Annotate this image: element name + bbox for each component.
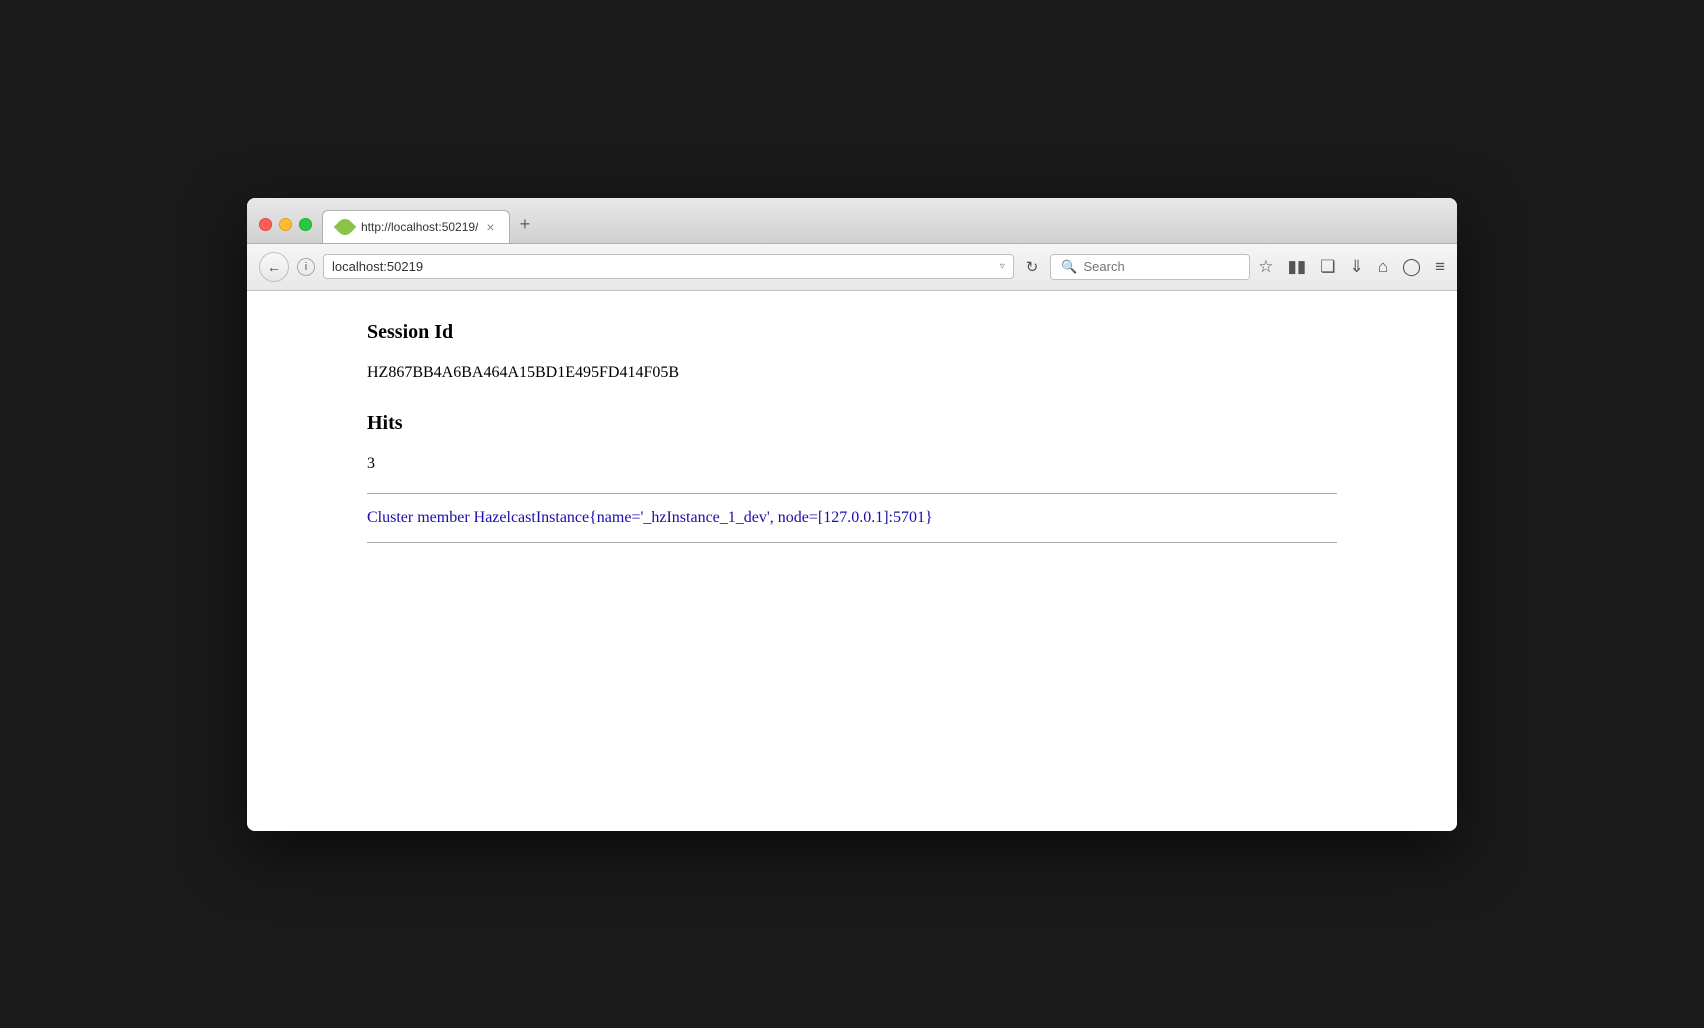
download-icon[interactable]: ⇓	[1350, 257, 1364, 277]
tab-bar: http://localhost:50219/ × +	[322, 208, 1445, 243]
address-bar[interactable]: ▿	[323, 254, 1014, 279]
pocket-icon[interactable]: ❏	[1320, 257, 1335, 277]
hits-value: 3	[367, 455, 1337, 473]
nav-bar: ← i ▿ ↻ 🔍 ☆ ▮▮ ❏ ⇓ ⌂ ◯ ≡	[247, 244, 1457, 291]
search-input[interactable]	[1083, 259, 1259, 274]
reading-list-icon[interactable]: ▮▮	[1288, 257, 1307, 277]
page-content: Session Id HZ867BB4A6BA464A15BD1E495FD41…	[247, 291, 1457, 831]
traffic-lights	[259, 218, 312, 243]
tab-favicon	[334, 215, 357, 238]
home-icon[interactable]: ⌂	[1378, 257, 1388, 277]
bottom-divider	[367, 542, 1337, 543]
hits-heading: Hits	[367, 412, 1337, 435]
tab-title: http://localhost:50219/	[361, 220, 478, 234]
new-tab-button[interactable]: +	[510, 208, 541, 241]
info-button[interactable]: i	[297, 258, 315, 276]
browser-window: http://localhost:50219/ × + ← i ▿ ↻ 🔍 ☆ …	[247, 198, 1457, 831]
cluster-member-link[interactable]: Cluster member HazelcastInstance{name='_…	[367, 509, 933, 526]
refresh-icon: ↻	[1026, 259, 1039, 276]
synced-tabs-icon[interactable]: ◯	[1402, 257, 1421, 277]
search-icon: 🔍	[1061, 259, 1077, 275]
refresh-button[interactable]: ↻	[1022, 254, 1043, 280]
minimize-button[interactable]	[279, 218, 292, 231]
session-id-heading: Session Id	[367, 321, 1337, 344]
back-icon: ←	[267, 259, 281, 275]
top-divider	[367, 493, 1337, 494]
maximize-button[interactable]	[299, 218, 312, 231]
menu-icon[interactable]: ≡	[1435, 257, 1445, 277]
search-bar[interactable]: 🔍	[1050, 254, 1250, 280]
toolbar-icons: ☆ ▮▮ ❏ ⇓ ⌂ ◯ ≡	[1258, 257, 1445, 277]
dropdown-icon: ▿	[1000, 261, 1005, 272]
address-input[interactable]	[332, 259, 994, 274]
title-bar: http://localhost:50219/ × +	[247, 198, 1457, 244]
close-button[interactable]	[259, 218, 272, 231]
info-icon: i	[305, 261, 307, 273]
back-button[interactable]: ←	[259, 252, 289, 282]
tab-close-button[interactable]: ×	[486, 220, 494, 234]
bookmark-star-icon[interactable]: ☆	[1258, 257, 1273, 277]
active-tab[interactable]: http://localhost:50219/ ×	[322, 210, 510, 243]
session-id-value: HZ867BB4A6BA464A15BD1E495FD414F05B	[367, 364, 1337, 382]
